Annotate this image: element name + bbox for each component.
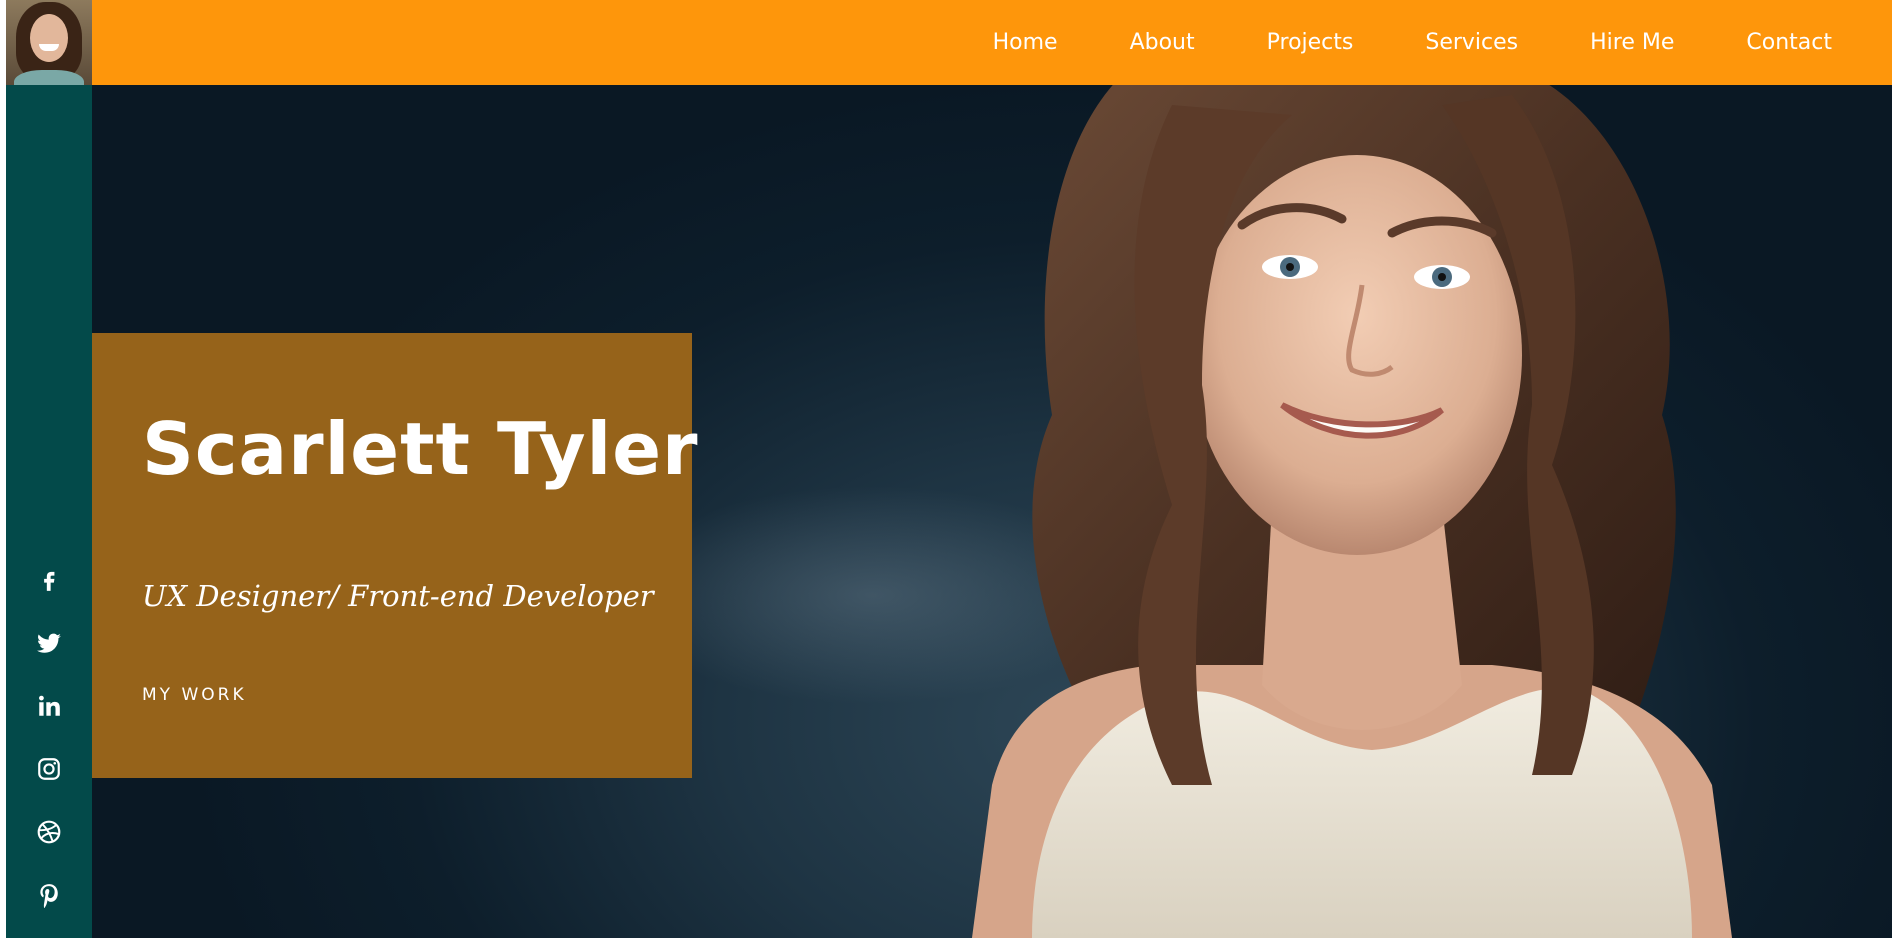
nav-services[interactable]: Services [1425,30,1518,55]
hero-name: Scarlett Tyler [142,407,699,491]
social-links [6,548,92,926]
top-navbar: Home About Projects Services Hire Me Con… [92,0,1892,85]
nav-hire-me[interactable]: Hire Me [1590,30,1674,55]
pinterest-icon [40,883,58,908]
nav-home[interactable]: Home [993,30,1058,55]
facebook-icon [44,571,55,591]
twitter-link[interactable] [6,611,92,674]
twitter-icon [37,633,61,653]
dribbble-icon [37,820,61,843]
sidebar [6,0,92,938]
hero-portrait-image [972,85,1732,938]
nav-contact[interactable]: Contact [1746,30,1832,55]
my-work-link[interactable]: MY WORK [142,685,247,705]
main-nav: Home About Projects Services Hire Me Con… [921,0,1832,85]
linkedin-icon [39,695,60,716]
nav-projects[interactable]: Projects [1267,30,1354,55]
avatar[interactable] [6,0,92,85]
nav-about[interactable]: About [1130,30,1195,55]
dribbble-link[interactable] [6,800,92,863]
instagram-icon [38,757,60,780]
hero-card: Scarlett Tyler UX Designer/ Front-end De… [92,333,698,778]
facebook-link[interactable] [6,548,92,611]
linkedin-link[interactable] [6,674,92,737]
pinterest-link[interactable] [6,863,92,926]
instagram-link[interactable] [6,737,92,800]
hero-role: UX Designer/ Front-end Developer [142,579,654,613]
